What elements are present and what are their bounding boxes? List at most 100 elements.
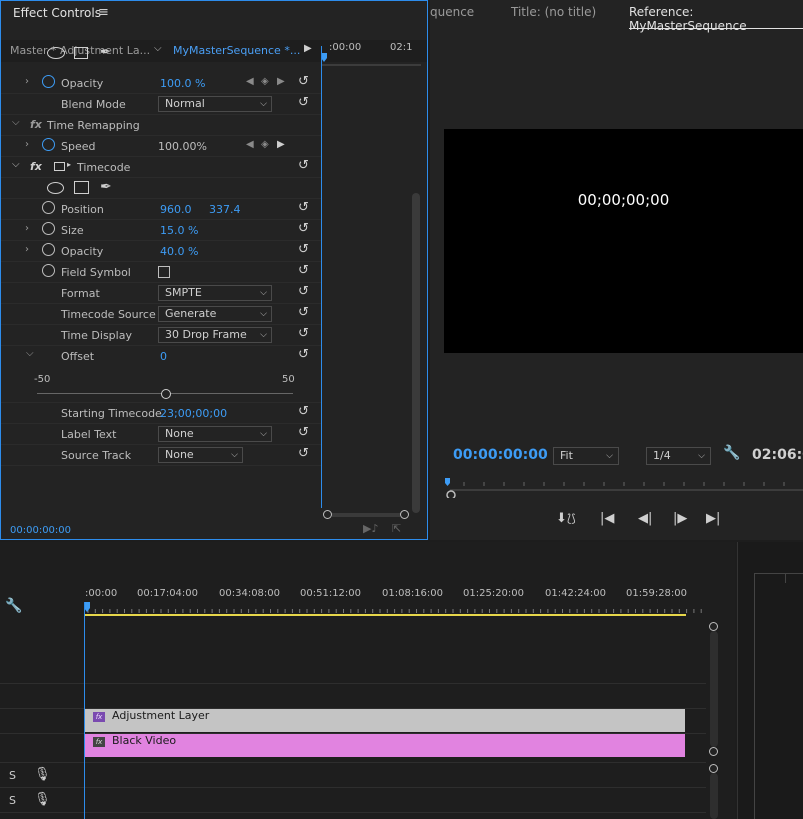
clip-adjustment-layer[interactable]: fx Adjustment Layer bbox=[85, 709, 685, 732]
wrench-icon[interactable]: 🔧 bbox=[5, 598, 22, 614]
reset-icon[interactable]: ↺ bbox=[298, 284, 309, 299]
clip-black-video[interactable]: fx Black Video bbox=[85, 734, 685, 757]
export-icon[interactable]: ⇱ bbox=[392, 522, 401, 535]
reset-icon[interactable]: ↺ bbox=[298, 95, 309, 110]
label-text-dropdown[interactable]: None ⌵ bbox=[158, 426, 272, 442]
format-dropdown[interactable]: SMPTE ⌵ bbox=[158, 285, 272, 301]
microphone-icon[interactable]: 🎙 bbox=[34, 767, 51, 782]
stopwatch-icon[interactable] bbox=[42, 75, 55, 88]
stopwatch-icon[interactable] bbox=[42, 243, 55, 256]
audio-scroll-handle-top[interactable] bbox=[709, 764, 718, 773]
rectangle-mask-icon[interactable] bbox=[74, 181, 89, 194]
video-scrollbar[interactable] bbox=[710, 631, 718, 747]
ec-time-ruler[interactable] bbox=[321, 53, 421, 67]
audio-scrollbar[interactable] bbox=[710, 773, 718, 819]
add-keyframe-icon[interactable]: ◈ bbox=[261, 76, 269, 87]
panel-menu-icon[interactable]: ≡ bbox=[98, 5, 109, 20]
starting-timecode-value[interactable]: 23;00;00;00 bbox=[160, 407, 227, 420]
reset-icon[interactable]: ↺ bbox=[298, 200, 309, 215]
solo-button[interactable]: S bbox=[9, 769, 16, 782]
reset-icon[interactable]: ↺ bbox=[298, 263, 309, 278]
size-value[interactable]: 15.0 % bbox=[160, 224, 198, 237]
rectangle-mask-icon[interactable] bbox=[74, 47, 88, 59]
timeline-playhead-line[interactable] bbox=[84, 602, 85, 819]
ec-playhead-line[interactable] bbox=[321, 46, 322, 508]
position-y-value[interactable]: 337.4 bbox=[209, 203, 241, 216]
source-track-dropdown[interactable]: None ⌵ bbox=[158, 447, 243, 463]
reset-icon[interactable]: ↺ bbox=[298, 74, 309, 89]
slider-handle[interactable] bbox=[161, 389, 171, 399]
stopwatch-icon[interactable] bbox=[42, 222, 55, 235]
current-time[interactable]: 00:00:00:00 bbox=[10, 525, 71, 536]
microphone-icon[interactable]: 🎙 bbox=[34, 792, 51, 807]
zoom-handle-right[interactable] bbox=[400, 510, 409, 519]
video-scroll-handle-bottom[interactable] bbox=[709, 747, 718, 756]
ec-vertical-scrollbar[interactable] bbox=[411, 63, 421, 513]
reset-icon[interactable]: ↺ bbox=[298, 242, 309, 257]
stopwatch-icon[interactable] bbox=[42, 201, 55, 214]
marker-icon[interactable]: ⬇ bbox=[556, 511, 567, 526]
tab-title[interactable]: Title: (no title) bbox=[511, 5, 596, 19]
ellipse-mask-icon[interactable] bbox=[47, 47, 65, 59]
step-back-icon[interactable]: ◀| bbox=[638, 511, 652, 526]
play-small-icon: ▸ bbox=[67, 160, 72, 169]
zoom-scrollbar[interactable] bbox=[332, 513, 400, 517]
play-audio-icon[interactable]: ▶♪ bbox=[363, 522, 378, 535]
work-area-bar[interactable] bbox=[85, 614, 686, 616]
stopwatch-icon[interactable] bbox=[42, 264, 55, 277]
video-scroll-handle-top[interactable] bbox=[709, 622, 718, 631]
chevron-down-icon[interactable]: ⌵ bbox=[26, 348, 34, 359]
fx-icon[interactable]: fx bbox=[30, 118, 42, 131]
resolution-dropdown[interactable]: 1/4 ⌵ bbox=[646, 447, 711, 465]
opacity-value[interactable]: 100.0 % bbox=[160, 77, 205, 90]
add-keyframe-icon[interactable]: ◈ bbox=[261, 139, 269, 150]
reset-icon[interactable]: ↺ bbox=[298, 158, 309, 173]
reset-icon[interactable]: ↺ bbox=[298, 446, 309, 461]
video-preview[interactable]: 00;00;00;00 bbox=[444, 129, 803, 353]
zoom-handle-left[interactable] bbox=[323, 510, 332, 519]
position-x-value[interactable]: 960.0 bbox=[160, 203, 192, 216]
go-to-in-icon[interactable]: |◀ bbox=[600, 511, 614, 526]
opacity-value[interactable]: 40.0 % bbox=[160, 245, 198, 258]
in-out-icon[interactable]: ⟅⟆ bbox=[567, 512, 576, 525]
solo-button[interactable]: S bbox=[9, 794, 16, 807]
next-keyframe-icon[interactable]: ▶ bbox=[277, 139, 285, 150]
reset-icon[interactable]: ↺ bbox=[298, 305, 309, 320]
tab-sequence[interactable]: quence bbox=[430, 5, 474, 19]
reset-icon[interactable]: ↺ bbox=[298, 404, 309, 419]
wrench-icon[interactable]: 🔧 bbox=[723, 445, 740, 461]
chevron-right-icon[interactable]: › bbox=[25, 223, 29, 234]
reset-icon[interactable]: ↺ bbox=[298, 347, 309, 362]
chevron-right-icon[interactable]: › bbox=[25, 139, 29, 150]
speed-value[interactable]: 100.00% bbox=[158, 140, 207, 153]
pen-mask-icon[interactable]: ✒ bbox=[100, 179, 112, 195]
panel-title[interactable]: Effect Controls bbox=[13, 6, 101, 20]
zoom-dropdown[interactable]: Fit ⌵ bbox=[553, 447, 619, 465]
prev-keyframe-icon[interactable]: ◀ bbox=[246, 139, 254, 150]
field-symbol-checkbox[interactable] bbox=[158, 266, 170, 278]
monitor-time-ruler[interactable] bbox=[444, 478, 803, 498]
scroll-thumb[interactable] bbox=[412, 193, 420, 513]
time-display-dropdown[interactable]: 30 Drop Frame ⌵ bbox=[158, 327, 272, 343]
starting-timecode-row: Starting Timecode 23;00;00;00 ↺ bbox=[1, 403, 321, 424]
fx-icon[interactable]: fx bbox=[30, 160, 42, 173]
next-keyframe-icon[interactable]: ▶ bbox=[277, 76, 285, 87]
go-to-out-icon[interactable]: ▶| bbox=[706, 511, 720, 526]
chevron-down-icon[interactable]: ⌵ bbox=[12, 117, 20, 128]
chevron-down-icon[interactable]: ⌵ bbox=[12, 159, 20, 170]
blend-mode-dropdown[interactable]: Normal ⌵ bbox=[158, 96, 272, 112]
chevron-right-icon[interactable]: › bbox=[25, 76, 29, 87]
step-forward-icon[interactable]: |▶ bbox=[673, 511, 687, 526]
offset-value[interactable]: 0 bbox=[160, 350, 167, 363]
transform-icon[interactable] bbox=[54, 162, 65, 171]
reset-icon[interactable]: ↺ bbox=[298, 221, 309, 236]
ellipse-mask-icon[interactable] bbox=[47, 182, 64, 194]
reset-icon[interactable]: ↺ bbox=[298, 326, 309, 341]
reset-icon[interactable]: ↺ bbox=[298, 425, 309, 440]
stopwatch-icon[interactable] bbox=[42, 138, 55, 151]
playhead-timecode[interactable]: 00:00:00:00 bbox=[453, 447, 548, 463]
chevron-right-icon[interactable]: › bbox=[25, 244, 29, 255]
pen-mask-icon[interactable]: ✒ bbox=[100, 45, 111, 60]
prev-keyframe-icon[interactable]: ◀ bbox=[246, 76, 254, 87]
timecode-source-dropdown[interactable]: Generate ⌵ bbox=[158, 306, 272, 322]
